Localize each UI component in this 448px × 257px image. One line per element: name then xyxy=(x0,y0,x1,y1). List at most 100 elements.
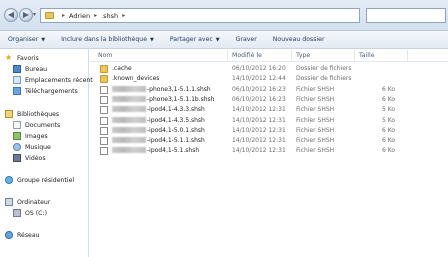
file-size: 6 Ko xyxy=(382,95,396,103)
file-name-text: .known_devices xyxy=(112,75,160,83)
file-icon xyxy=(100,147,108,156)
nav-libraries[interactable]: Bibliothèques xyxy=(5,110,59,118)
column-header: Nom Modifié le Type Taille xyxy=(90,49,448,62)
column-modified[interactable]: Modifié le xyxy=(232,52,262,59)
file-name-text: -ipod4,1-5.0.1.shsh xyxy=(147,126,205,134)
nav-network[interactable]: Réseau xyxy=(5,231,40,239)
file-row[interactable]: -ipod4,1-5.0.1.shsh 14/10/2012 12:31 Fichi… xyxy=(92,126,422,136)
nav-computer[interactable]: Ordinateur xyxy=(5,198,50,206)
redacted-serial xyxy=(112,116,146,123)
folder-row[interactable]: .cache 06/10/2012 16:20 Dossier de fichier… xyxy=(92,64,422,74)
nav-label: Documents xyxy=(25,121,61,129)
file-row[interactable]: -ipod4,1-4.3.5.shsh 14/10/2012 12:31 Fichi… xyxy=(92,116,422,126)
file-name-text: -ipod4,1-5.1.shsh xyxy=(147,147,200,155)
nav-os-drive[interactable]: OS (C:) xyxy=(13,209,47,217)
documents-icon xyxy=(13,121,21,129)
file-name-text: -ipod4,1-4.3.5.shsh xyxy=(147,116,205,124)
file-name: -ipod4,1-5.0.1.shsh xyxy=(112,126,205,134)
breadcrumb-adrien[interactable]: Adrien xyxy=(69,12,90,20)
chevron-down-icon: ▼ xyxy=(41,37,46,43)
nav-label: Bibliothèques xyxy=(17,110,60,118)
file-row[interactable]: -phone3,1-5.1.1b.shsh 06/10/2012 16:23 Fic… xyxy=(92,95,422,105)
folder-icon xyxy=(100,65,108,73)
share-with-button[interactable]: Partager avec ▼ xyxy=(162,36,228,43)
file-date: 14/10/2012 12:31 xyxy=(232,116,286,124)
column-divider[interactable] xyxy=(354,50,355,61)
address-bar: ◀ ▶ ▾ ▸ Adrien ▸ .shsh ▸ xyxy=(0,0,448,31)
music-icon xyxy=(13,143,21,151)
nav-favorites[interactable]: ★ Favoris xyxy=(5,54,39,62)
redacted-serial xyxy=(112,126,146,133)
file-row[interactable]: -ipod4,1-5.1.1.shsh 14/10/2012 12:31 Fichi… xyxy=(92,136,422,146)
file-name-text: -ipod4,1-4.3.3.shsh xyxy=(147,106,205,114)
redacted-serial xyxy=(112,85,146,92)
nav-recent-places[interactable]: Emplacements récent xyxy=(13,76,93,84)
star-icon: ★ xyxy=(5,53,13,62)
nav-downloads[interactable]: Téléchargements xyxy=(13,87,78,95)
nav-label: Groupe résidentiel xyxy=(17,176,75,184)
nav-music[interactable]: Musique xyxy=(13,143,51,151)
column-name[interactable]: Nom xyxy=(98,52,112,59)
file-icon xyxy=(100,106,108,115)
nav-desktop[interactable]: Bureau xyxy=(13,65,47,73)
nav-images[interactable]: Images xyxy=(13,132,48,140)
file-row[interactable]: -ipod4,1-4.3.3.shsh 14/10/2012 12:31 Fichi… xyxy=(92,105,422,115)
column-divider[interactable] xyxy=(407,50,408,61)
breadcrumb-separator-icon: ▸ xyxy=(62,12,66,19)
redacted-serial xyxy=(112,137,146,144)
address-input[interactable]: ▸ Adrien ▸ .shsh ▸ xyxy=(40,8,360,23)
organize-button[interactable]: Organiser ▼ xyxy=(0,36,53,43)
back-button[interactable]: ◀ xyxy=(4,8,18,22)
file-date: 14/10/2012 12:44 xyxy=(232,75,286,83)
column-type[interactable]: Type xyxy=(296,52,310,59)
file-date: 14/10/2012 12:31 xyxy=(232,137,286,145)
file-size: 6 Ko xyxy=(382,126,396,134)
file-date: 06/10/2012 16:23 xyxy=(232,95,286,103)
nav-label: Réseau xyxy=(17,231,40,239)
nav-videos[interactable]: Vidéos xyxy=(13,154,46,162)
burn-button[interactable]: Graver xyxy=(228,36,265,43)
chevron-down-icon: ▼ xyxy=(150,37,154,43)
new-folder-button[interactable]: Nouveau dossier xyxy=(265,36,333,43)
file-name: .cache xyxy=(112,65,132,72)
file-date: 14/10/2012 12:31 xyxy=(232,106,286,114)
chevron-down-icon: ▼ xyxy=(215,37,220,43)
videos-icon xyxy=(13,154,21,162)
nav-label: Emplacements récent xyxy=(25,76,93,84)
nav-label: OS (C:) xyxy=(25,209,47,217)
column-divider[interactable] xyxy=(291,50,292,61)
file-name: .known_devices xyxy=(112,75,159,82)
folder-row[interactable]: .known_devices 14/10/2012 12:44 Dossier de… xyxy=(92,74,422,84)
breadcrumb-separator-icon: ▸ xyxy=(94,12,98,19)
forward-button[interactable]: ▶ xyxy=(19,8,33,22)
include-in-library-button[interactable]: Inclure dans la bibliothèque ▼ xyxy=(53,36,162,43)
redacted-serial xyxy=(112,147,146,154)
file-row[interactable]: -phone3,1-5.1.1.shsh 06/10/2012 16:23 Fich… xyxy=(92,85,422,95)
file-size: 6 Ko xyxy=(382,137,396,145)
images-icon xyxy=(13,132,21,140)
column-divider[interactable] xyxy=(227,50,228,61)
file-type: Dossier de fichiers xyxy=(296,65,352,72)
file-name-text: -ipod4,1-5.1.1.shsh xyxy=(147,137,205,145)
file-name: -phone3,1-5.1.1.shsh xyxy=(112,85,211,93)
command-bar: Organiser ▼ Inclure dans la bibliothèque ▼… xyxy=(0,31,448,49)
desktop-icon xyxy=(13,65,21,73)
history-dropdown-icon[interactable]: ▾ xyxy=(33,11,39,19)
nav-label: Images xyxy=(25,132,48,140)
file-row[interactable]: -ipod4,1-5.1.shsh 14/10/2012 12:31 Fichier… xyxy=(92,146,422,156)
file-type: Dossier de fichiers xyxy=(296,75,352,83)
breadcrumb-shsh[interactable]: .shsh xyxy=(101,12,118,20)
column-size[interactable]: Taille xyxy=(359,52,375,59)
file-type: Fichier SHSH xyxy=(296,137,335,145)
nav-label: Ordinateur xyxy=(17,198,51,206)
nav-documents[interactable]: Documents xyxy=(13,121,60,129)
file-icon xyxy=(100,126,108,135)
file-icon xyxy=(100,116,108,125)
file-type: Fichier SHSH xyxy=(296,95,335,103)
file-date: 06/10/2012 16:20 xyxy=(232,65,286,72)
nav-homegroup[interactable]: Groupe résidentiel xyxy=(5,176,74,184)
nav-label: Musique xyxy=(25,143,51,151)
search-input[interactable] xyxy=(366,8,446,23)
file-size: 5 Ko xyxy=(382,106,396,114)
recent-places-icon xyxy=(13,76,21,84)
